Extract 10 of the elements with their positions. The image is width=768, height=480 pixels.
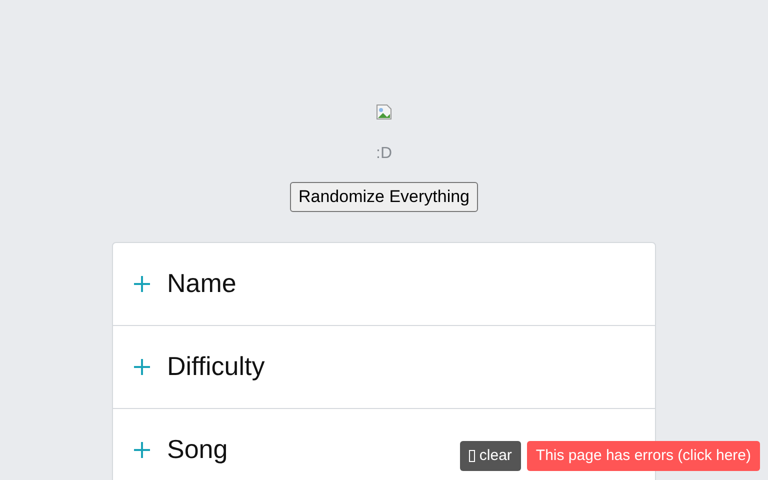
section-header[interactable]: Difficulty [113, 326, 655, 408]
clear-button[interactable]: clear [460, 440, 521, 471]
plus-icon [133, 440, 151, 458]
broken-image-icon [376, 104, 392, 120]
section-header[interactable]: Name [113, 242, 655, 326]
plus-icon [133, 358, 151, 376]
plus-icon [133, 274, 151, 292]
caption-text: :D [376, 144, 392, 164]
randomize-button[interactable]: Randomize Everything [290, 182, 478, 212]
missing-glyph-icon [469, 450, 476, 462]
